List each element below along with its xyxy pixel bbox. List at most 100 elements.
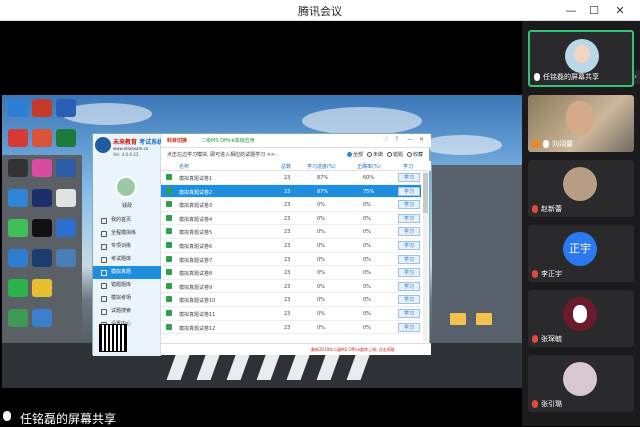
row-progress: 0%: [317, 310, 325, 317]
study-button[interactable]: 学习: [398, 173, 420, 182]
filter-undone[interactable]: 未做: [367, 151, 383, 158]
nav-item-room[interactable]: 模拟考场: [93, 292, 161, 305]
scroll-thumb[interactable]: [423, 173, 428, 213]
desktop-app-icon[interactable]: [56, 219, 76, 237]
study-button[interactable]: 学习: [398, 200, 420, 210]
participant-tile[interactable]: 张琛毓: [528, 290, 634, 347]
nav-item-special[interactable]: 专项训练: [93, 240, 161, 253]
study-button[interactable]: 学习: [398, 308, 420, 318]
tab-subject-switch[interactable]: 科目切换: [167, 137, 187, 144]
lock-icon: [166, 323, 172, 330]
study-button[interactable]: 学习: [398, 240, 420, 250]
nav-item-bank[interactable]: 考试题库: [93, 253, 161, 266]
lock-icon: [166, 201, 172, 208]
folder-icon[interactable]: [476, 313, 492, 325]
participant-tile[interactable]: 刘翊馨: [528, 95, 634, 152]
participant-tile[interactable]: 赵新蕾: [528, 160, 634, 217]
minimize-icon[interactable]: —: [561, 2, 581, 19]
filter-all[interactable]: 全部: [347, 151, 363, 158]
search-icon: [101, 309, 107, 315]
study-button[interactable]: 学习: [398, 254, 420, 264]
row-accuracy: 0%: [363, 215, 371, 222]
row-name: 模拟真题试卷1: [179, 176, 213, 182]
nav-item-wrong[interactable]: 错题题库: [93, 279, 161, 292]
table-row[interactable]: 模拟真题试卷10 23 0% 0% 学习: [161, 293, 421, 307]
study-button[interactable]: 学习: [398, 268, 420, 278]
app-close-icon[interactable]: ✕: [419, 136, 424, 143]
table-row[interactable]: 模拟真题试卷4 23 0% 0% 学习: [161, 212, 421, 226]
desktop-app-icon[interactable]: [32, 159, 52, 177]
nav-item-mock[interactable]: 全程模拟练: [93, 227, 161, 240]
study-button[interactable]: 学习: [398, 295, 420, 305]
exam-icon: [101, 270, 107, 276]
radio-icon: [347, 152, 352, 157]
study-button[interactable]: 学习: [398, 186, 420, 196]
shirt-icon[interactable]: ♡: [383, 136, 388, 143]
share-label-text: 任铭磊的屏幕共享: [20, 412, 117, 426]
folder-icon[interactable]: [450, 313, 466, 325]
participant-name: 赵新蕾: [532, 204, 562, 214]
study-button[interactable]: 学习: [398, 227, 420, 237]
nav-item-home[interactable]: 我的首页: [93, 214, 161, 227]
app-brand: 未来教育 考试系统 www.eduexam.cn Ver. 4.0.6.33: [95, 137, 163, 167]
help-icon[interactable]: ?: [395, 136, 398, 143]
table-row[interactable]: 模拟真题试卷5 23 0% 0% 学习: [161, 225, 421, 239]
table-scrollbar[interactable]: [423, 171, 428, 341]
close-icon[interactable]: ✕: [610, 2, 630, 19]
desktop-app-icon[interactable]: [32, 249, 52, 267]
brand-version: Ver. 4.0.6.33: [113, 152, 139, 157]
filter-favorite[interactable]: 收藏: [407, 151, 423, 158]
row-accuracy: 0%: [363, 242, 371, 249]
row-total: 23: [284, 188, 291, 195]
row-progress: 0%: [317, 242, 325, 249]
app-minimize-icon[interactable]: —: [407, 136, 413, 143]
desktop-app-icon[interactable]: [56, 249, 76, 267]
footer-notice[interactable]: 最新2019年二级MS Office题库上线, 点击领取: [311, 347, 395, 353]
study-button[interactable]: 学习: [398, 281, 420, 291]
desktop-app-icon[interactable]: [32, 279, 52, 297]
participant-tile[interactable]: 张引璐: [528, 355, 634, 412]
table-row[interactable]: 模拟真题试卷9 23 0% 0% 学习: [161, 280, 421, 294]
table-row[interactable]: 模拟真题试卷8 23 0% 0% 学习: [161, 266, 421, 280]
table-row[interactable]: 模拟真题试卷7 23 0% 0% 学习: [161, 253, 421, 267]
desktop-app-icon[interactable]: [8, 219, 28, 237]
app-topbar: 科目切换 二级MS Office高级应用 ♡ ? — ✕: [161, 134, 431, 148]
desktop-app-icon[interactable]: [8, 309, 28, 327]
row-total: 23: [284, 175, 291, 181]
row-progress: 0%: [317, 256, 325, 263]
desktop-app-icon[interactable]: [8, 159, 28, 177]
desktop-app-icon[interactable]: [56, 189, 76, 207]
desktop-app-icon[interactable]: [8, 129, 28, 147]
filter-wrong[interactable]: 错题: [387, 151, 403, 158]
row-progress: 87%: [317, 188, 329, 195]
desktop-app-icon[interactable]: [56, 99, 76, 117]
row-name: 模拟真题试卷2: [179, 189, 213, 196]
user-avatar[interactable]: [115, 176, 137, 198]
desktop-app-icon[interactable]: [8, 99, 28, 117]
nav-item-real-exam[interactable]: 模拟真题: [93, 266, 161, 279]
desktop-app-icon[interactable]: [8, 249, 28, 267]
table-row[interactable]: 模拟真题试卷11 23 0% 0% 学习: [161, 307, 421, 321]
desktop-app-icon[interactable]: [8, 279, 28, 297]
table-row[interactable]: 模拟真题试卷3 23 0% 0% 学习: [161, 198, 421, 212]
table-row[interactable]: 模拟真题试卷12 23 0% 0% 学习: [161, 321, 421, 335]
desktop-app-icon[interactable]: [32, 189, 52, 207]
desktop-app-icon[interactable]: [32, 99, 52, 117]
tab-current-subject[interactable]: 二级MS Office高级应用: [201, 137, 255, 144]
study-button[interactable]: 学习: [398, 213, 420, 223]
title-bar: 腾讯会议 — ☐ ✕: [0, 0, 640, 21]
desktop-app-icon[interactable]: [32, 129, 52, 147]
nav-item-search[interactable]: 试题搜索: [93, 305, 161, 318]
desktop-app-icon[interactable]: [32, 219, 52, 237]
desktop-app-icon[interactable]: [56, 129, 76, 147]
study-button[interactable]: 学习: [398, 322, 420, 332]
table-row[interactable]: 模拟真题试卷6 23 0% 0% 学习: [161, 239, 421, 253]
table-row[interactable]: 模拟真题试卷2 23 87% 75% 学习: [161, 184, 421, 199]
desktop-app-icon[interactable]: [56, 159, 76, 177]
maximize-icon[interactable]: ☐: [584, 2, 604, 19]
desktop-app-icon[interactable]: [32, 309, 52, 327]
participant-tile[interactable]: 任铭磊的屏幕共享: [528, 30, 634, 87]
desktop-app-icon[interactable]: [8, 189, 28, 207]
participant-tile[interactable]: 正宇 李正宇: [528, 225, 634, 282]
table-row[interactable]: 模拟真题试卷1 23 87% 60% 学习: [161, 171, 421, 185]
